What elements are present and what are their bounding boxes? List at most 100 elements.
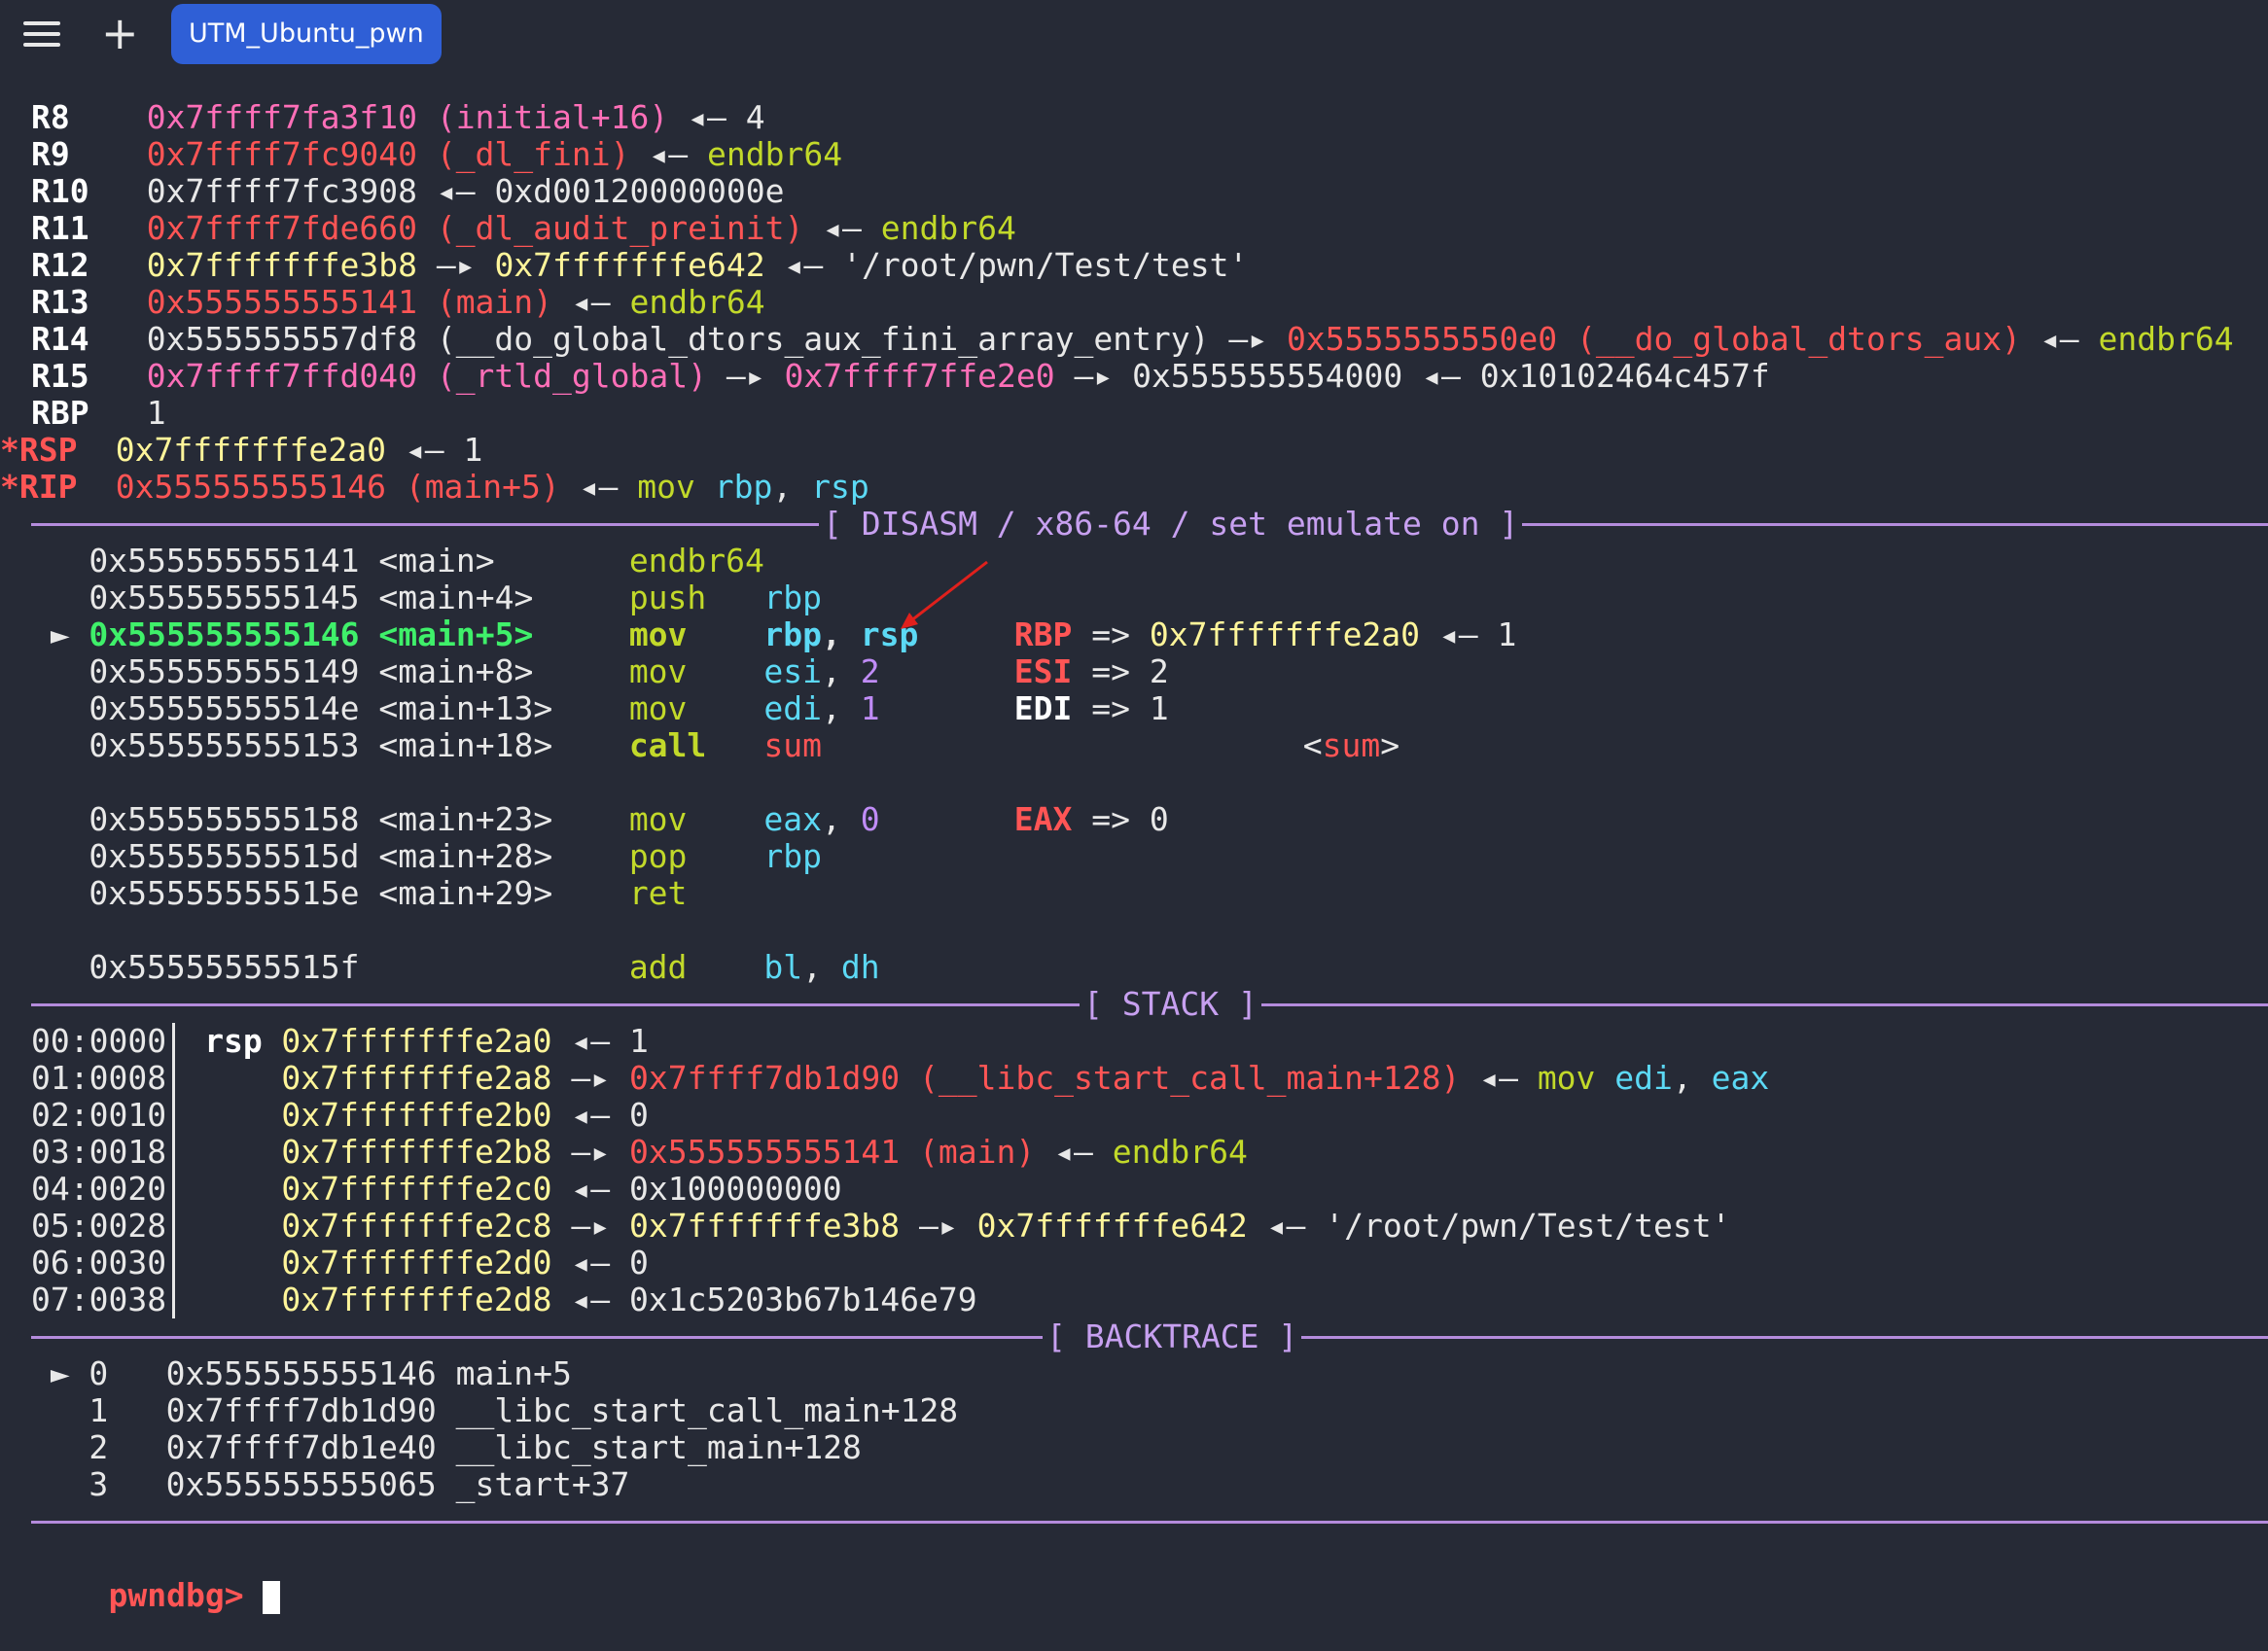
value-segment: eax [1711,1059,1770,1097]
register-name-cell: R15 [0,358,147,395]
backtrace-row[interactable]: 1 0x7ffff7db1d90 __libc_start_call_main+1… [31,1392,2268,1429]
value-segment: —▸ [1054,357,1133,395]
prompt-label: pwndbg> [108,1576,264,1614]
backtrace-row[interactable]: 3 0x555555555065 _start+37 [31,1466,2268,1503]
instruction-address: 0x55555555514e [89,689,360,727]
disasm-row: 0x555555555145 <main+4> push rbp [31,580,2268,616]
operand: dh [840,948,880,986]
terminal[interactable]: R8 0x7ffff7fa3f10 (initial+16) ◂— 4 R9 0x7f… [0,98,2268,1614]
hamburger-menu-icon[interactable] [23,21,60,47]
tab-session[interactable]: UTM_Ubuntu_pwn [171,4,442,64]
stack-address: 0x7fffffffe2d0 [281,1244,552,1282]
current-frame-arrow-icon: ► [31,1354,89,1392]
register-value: 0x7ffff7fc9040 [146,135,417,173]
value-segment: ◂— [803,209,881,247]
register-name: R10 [31,172,89,210]
disasm-header: [ DISASM / x86-64 / set emulate on ] [819,506,1523,543]
value-segment: (main) [416,283,553,321]
register-row: R9 0x7ffff7fc9040 (_dl_fini) ◂— endbr64 [0,136,2268,173]
stack-offset: 00:0000 [31,1022,167,1060]
register-name-cell: R10 [0,173,147,210]
value-segment: endbr64 [2098,320,2234,358]
stack-row: 00:0000 rsp 0x7fffffffe2a0 ◂— 1 [31,1023,2268,1060]
instruction-operands: sum [763,727,1013,764]
value-segment: , [1672,1059,1712,1097]
value-segment: ◂— [1460,1059,1538,1097]
register-name-cell: R14 [0,321,147,358]
value-segment: ◂— [551,1281,630,1318]
register-name-cell: *RSP [0,432,116,469]
operand: sum [763,726,823,764]
instruction-operands: eax, 0 [763,801,1013,838]
operand: , [822,615,861,653]
frame-number: 3 [89,1465,109,1503]
register-value: 0x7ffff7ffd040 [146,357,417,395]
instruction-address: 0x555555555141 [89,542,360,580]
frame-address: 0x7ffff7db1e40 [165,1428,437,1466]
command-prompt[interactable]: pwndbg> [31,1540,2268,1614]
backtrace-row[interactable]: 2 0x7ffff7db1e40 __libc_start_main+128 [31,1429,2268,1466]
instruction-address: 0x555555555153 [89,726,360,764]
frame-number: 1 [89,1391,109,1429]
operand: rbp [763,579,823,616]
stack-offset: 05:0028 [31,1207,167,1245]
instruction-operands: rbp [763,580,1013,616]
instruction-address: 0x555555555146 [89,615,360,653]
frame-symbol: __libc_start_main+128 [455,1428,862,1466]
instruction-mnemonic: call [628,726,707,764]
instruction-symbol: <main> [378,542,495,580]
instruction-operands: edi, 1 [763,690,1013,727]
value-segment: ◂— [1420,615,1498,653]
value-segment: mov [637,468,695,506]
register-name: *RSP [0,431,78,469]
operand: , [822,652,861,690]
value-segment: EDI [1013,689,1073,727]
stack-panel: 00:0000 rsp 0x7fffffffe2a0 ◂— 1 01:0008 0x7f… [31,1023,2268,1318]
register-value: 1 [146,394,166,432]
instruction-mnemonic: add [628,948,688,986]
operand: bl [763,948,803,986]
stack-row: 07:0038 0x7fffffffe2d8 ◂— 0x1c5203b67b146… [31,1282,2268,1318]
value-segment: 0x100000000 [629,1170,842,1208]
register-value: 0x7ffff7fde660 [146,209,417,247]
value-segment: RBP [1013,615,1073,653]
value-segment: edi [1614,1059,1673,1097]
new-tab-plus-icon[interactable]: + [101,11,139,55]
value-segment: —▸ [900,1207,977,1245]
value-segment [695,468,715,506]
value-segment: endbr64 [706,135,843,173]
stack-header: [ STACK ] [1080,986,1261,1023]
value-segment: ESI [1013,652,1073,690]
stack-offset: 04:0020 [31,1170,167,1208]
stack-address: 0x7fffffffe2c8 [281,1207,552,1245]
register-value: 0x555555555146 [115,468,386,506]
value-segment: 0xd00120000000e [494,172,785,210]
operand: rbp [763,615,823,653]
backtrace-panel: ► 0 0x555555555146 main+5 1 0x7ffff7db1d90… [31,1355,2268,1503]
stack-row: 03:0018 0x7fffffffe2b8 —▸ 0x555555555141 … [31,1134,2268,1171]
register-name: R8 [31,98,70,136]
instruction-symbol: <main+18> [378,726,553,764]
disasm-panel: 0x555555555141 <main> endbr64 0x555555555… [31,543,2268,986]
value-segment: 0x7fffffffe3b8 [629,1207,901,1245]
disasm-row: 0x55555555515f add bl, dh [31,949,2268,986]
value-segment: rsp [811,468,869,506]
value-segment [1595,1059,1614,1097]
value-segment: 4 [745,98,765,136]
value-segment: 0x555555554000 [1132,357,1403,395]
value-segment: ◂— [668,98,746,136]
value-segment: ◂— [551,1244,630,1282]
backtrace-row[interactable]: ► 0 0x555555555146 main+5 [31,1355,2268,1392]
